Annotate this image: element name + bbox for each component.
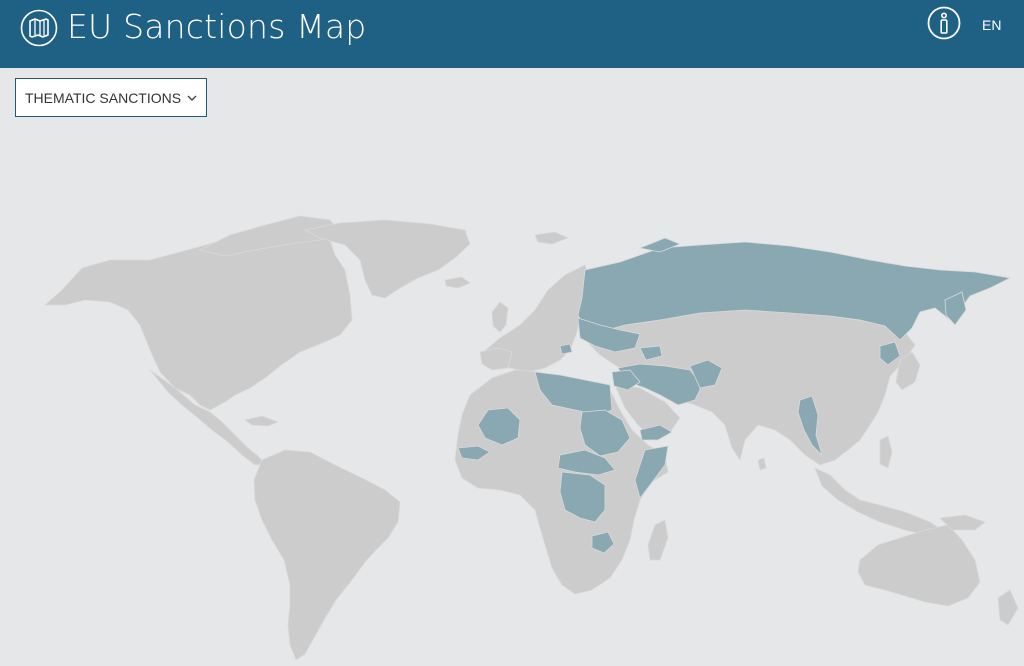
country-moldova[interactable] — [559, 343, 573, 355]
country-south-america[interactable] — [253, 449, 401, 661]
dropdown-label: THEMATIC SANCTIONS — [25, 90, 182, 106]
language-selector[interactable]: EN — [982, 16, 1001, 34]
header-bar: EU Sanctions Map EN — [0, 0, 1024, 68]
country-svalbard[interactable] — [534, 231, 570, 245]
country-madagascar[interactable] — [647, 519, 669, 561]
map-icon[interactable] — [20, 9, 58, 47]
info-icon[interactable] — [927, 6, 961, 40]
country-north-america[interactable] — [43, 223, 353, 411]
country-uk[interactable] — [491, 301, 509, 333]
country-sri-lanka[interactable] — [757, 457, 767, 471]
country-new-zealand[interactable] — [997, 589, 1019, 626]
country-philippines[interactable] — [879, 435, 893, 469]
country-iberia[interactable] — [479, 347, 513, 371]
sanctions-type-dropdown[interactable]: THEMATIC SANCTIONS — [15, 78, 207, 117]
country-iceland[interactable] — [444, 276, 471, 289]
country-cuba[interactable] — [244, 415, 280, 427]
country-australia[interactable] — [857, 524, 981, 607]
country-southeast-asia[interactable] — [814, 467, 946, 537]
world-map[interactable] — [0, 120, 1024, 666]
chevron-down-icon — [187, 95, 197, 101]
app-title: EU Sanctions Map — [67, 7, 367, 46]
